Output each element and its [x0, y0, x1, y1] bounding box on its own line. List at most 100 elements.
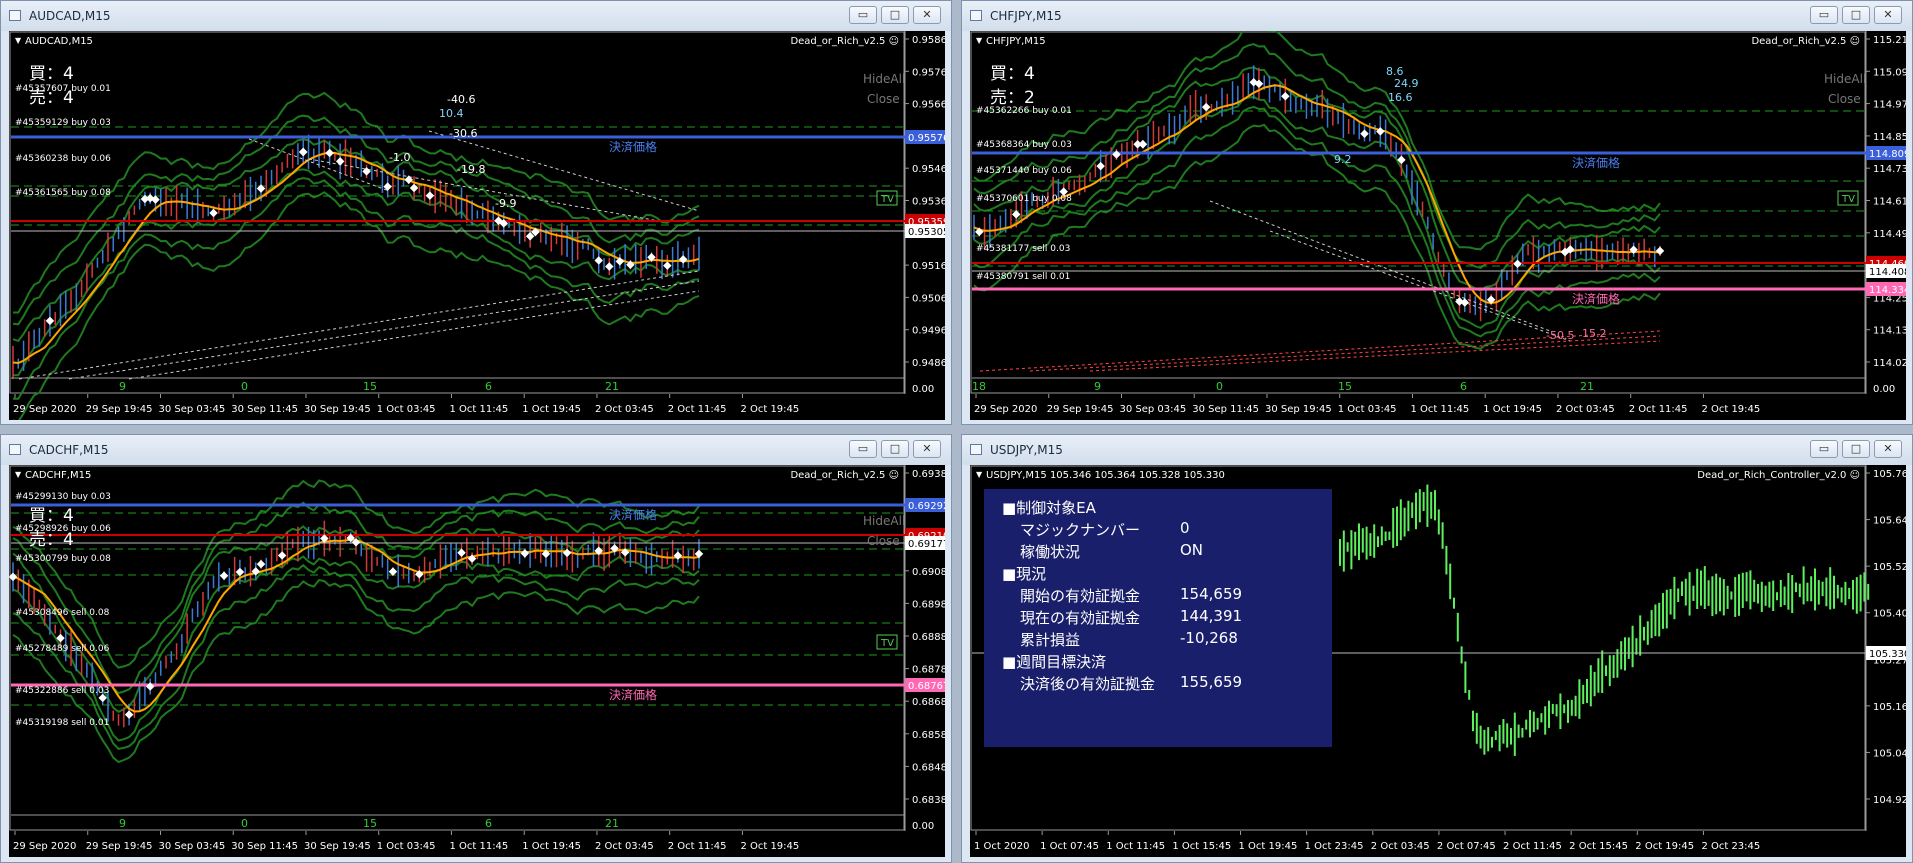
trade-connector: [1269, 230, 1571, 342]
hour-tick-label: 15: [1338, 380, 1352, 393]
price-label: 0.95460: [912, 164, 945, 175]
time-label: 2 Oct 03:45: [1556, 404, 1615, 415]
window-cadchf[interactable]: CADCHF,M15 ▭ □ ✕ ▼ CADCHF,M15 Dead_or_Rich…: [0, 434, 952, 863]
collapse-arrow-icon: ▼: [976, 470, 983, 479]
titlebar[interactable]: CHFJPY,M15 ▭ □ ✕: [962, 1, 1912, 31]
close-button[interactable]: ✕: [1874, 440, 1902, 458]
window-chfjpy[interactable]: CHFJPY,M15 ▭ □ ✕ ▼ CHFJPY,M15 Dead_or_Rich…: [961, 0, 1913, 425]
time-label: 2 Oct 11:45: [1503, 841, 1562, 852]
hour-tick-label: 15: [363, 817, 377, 830]
hide-all-button: HideAll: [1824, 72, 1866, 86]
time-label: 30 Sep 03:45: [1119, 404, 1186, 415]
chart-area[interactable]: ▼CHFJPY,M15 Dead_or_Rich_v2.5 ☺ 115.210 115…: [970, 31, 1906, 420]
status-label: 稼働状況: [1020, 543, 1081, 561]
time-label: 30 Sep 19:45: [304, 841, 371, 852]
window-usdjpy[interactable]: USDJPY,M15 ▭ □ ✕ ▼ USDJPY,M15 105.346 105…: [961, 434, 1913, 863]
order-label: #45371440 buy 0.06: [976, 166, 1072, 176]
profit-label: 9.2: [1334, 153, 1352, 166]
titlebar[interactable]: AUDCAD,M15 ▭ □ ✕: [1, 1, 951, 31]
price-chart-svg: ▼CADCHF,M15 Dead_or_Rich_v2.5 ☺ 0.69380 0.6…: [9, 465, 945, 852]
trade-marker: [256, 559, 266, 569]
time-label: 1 Oct 11:45: [449, 841, 508, 852]
price-label: 0.68680: [912, 697, 945, 708]
trade-marker: [678, 255, 688, 264]
order-label: #45308496 sell 0.08: [15, 608, 110, 618]
price-label: 105.520: [1873, 562, 1906, 573]
maximize-button[interactable]: □: [881, 440, 909, 458]
titlebar[interactable]: CADCHF,M15 ▭ □ ✕: [1, 435, 951, 465]
settle-price-value: 0.69292: [908, 501, 945, 512]
trade-marker: [256, 184, 266, 193]
pnl-value: -10,268: [1180, 629, 1238, 647]
time-label: 29 Sep 19:45: [86, 841, 153, 852]
order-label: #45322886 sell 0.03: [15, 686, 109, 696]
hide-all-button: HideAll: [863, 72, 905, 86]
minimize-button[interactable]: ▭: [1810, 6, 1838, 24]
order-label: #45381177 sell 0.03: [976, 244, 1070, 254]
price-label: 114.610: [1873, 197, 1906, 208]
close-button[interactable]: ✕: [913, 440, 941, 458]
time-label: 1 Oct 23:45: [1305, 841, 1364, 852]
order-label: #45360238 buy 0.06: [15, 154, 111, 164]
time-label: 1 Oct 19:45: [522, 841, 581, 852]
time-label: 1 Oct 11:45: [1410, 404, 1469, 415]
minimize-button[interactable]: ▭: [1810, 440, 1838, 458]
trade-connector: [68, 280, 700, 380]
chart-area[interactable]: ▼AUDCAD,M15 Dead_or_Rich_v2.5 ☺ 0.95860 0.9…: [9, 31, 945, 420]
hour-tick-label: 15: [363, 380, 377, 393]
time-label: 2 Oct 19:45: [1635, 841, 1694, 852]
profit-label: -9.9: [495, 197, 516, 210]
trade-marker: [1655, 246, 1665, 256]
price-label: 0.68980: [912, 599, 945, 610]
settle-price-value-2: 114.334: [1869, 285, 1906, 296]
price-label: 114.130: [1873, 326, 1906, 337]
price-label: 0.68880: [912, 632, 945, 643]
order-label: #45380791 sell 0.01: [976, 272, 1070, 282]
minimize-button[interactable]: ▭: [849, 6, 877, 24]
profit-label: 24.9: [1394, 77, 1419, 90]
profit-label: 15.2: [1582, 327, 1607, 340]
ea-label: Dead_or_Rich_v2.5 ☺: [790, 470, 899, 481]
time-label: 29 Sep 2020: [974, 404, 1037, 415]
time-label: 30 Sep 03:45: [158, 404, 225, 415]
time-label: 1 Oct 03:45: [377, 841, 436, 852]
window-audcad[interactable]: AUDCAD,M15 ▭ □ ✕ ▼ AUDCAD,M15 Dead_or_Rich…: [0, 0, 952, 425]
start-equity-label: 開始の有効証拠金: [1020, 587, 1141, 605]
current-price-value: 114.408: [1869, 267, 1906, 278]
time-label: 1 Oct 19:45: [522, 404, 581, 415]
maximize-button[interactable]: □: [881, 6, 909, 24]
close-button[interactable]: ✕: [913, 6, 941, 24]
settle-price-value-2: 0.68767: [908, 681, 945, 692]
order-label: #45278489 sell 0.06: [15, 644, 110, 654]
trade-marker: [209, 208, 218, 218]
current-equity-label: 現在の有効証拠金: [1020, 609, 1141, 627]
window-title: AUDCAD,M15: [29, 9, 111, 23]
trade-marker: [594, 256, 603, 265]
minimize-button[interactable]: ▭: [849, 440, 877, 458]
titlebar[interactable]: USDJPY,M15 ▭ □ ✕: [962, 435, 1912, 465]
ea-label: Dead_or_Rich_v2.5 ☺: [790, 36, 899, 47]
chart-area[interactable]: ▼ USDJPY,M15 105.346 105.364 105.328 105.…: [970, 465, 1906, 857]
trade-marker: [520, 549, 530, 558]
close-all-button: Close: [1828, 92, 1861, 106]
price-label: 114.020: [1873, 358, 1906, 369]
moving-average-line: [973, 84, 1661, 305]
chart-area[interactable]: ▼CADCHF,M15 Dead_or_Rich_v2.5 ☺ 0.69380 0.6…: [9, 465, 945, 857]
profit-label: -40.6: [447, 93, 475, 106]
price-label: 115.210: [1873, 35, 1906, 46]
start-equity-value: 154,659: [1180, 585, 1243, 603]
bollinger-band-lower: [973, 105, 1661, 338]
settle-price-label: 決済価格: [609, 139, 657, 154]
time-label: 29 Sep 19:45: [1047, 404, 1114, 415]
maximize-button[interactable]: □: [1842, 6, 1870, 24]
hour-tick-label: 6: [485, 380, 492, 393]
collapse-arrow-icon: ▼: [15, 470, 22, 479]
price-label: 105.165: [1873, 702, 1906, 713]
time-label: 2 Oct 11:45: [1629, 404, 1688, 415]
time-label: 2 Oct 03:45: [595, 404, 654, 415]
close-button[interactable]: ✕: [1874, 6, 1902, 24]
time-label: 29 Sep 19:45: [86, 404, 153, 415]
chart-window-icon: [9, 444, 21, 455]
maximize-button[interactable]: □: [1842, 440, 1870, 458]
time-label: 2 Oct 11:45: [668, 404, 727, 415]
